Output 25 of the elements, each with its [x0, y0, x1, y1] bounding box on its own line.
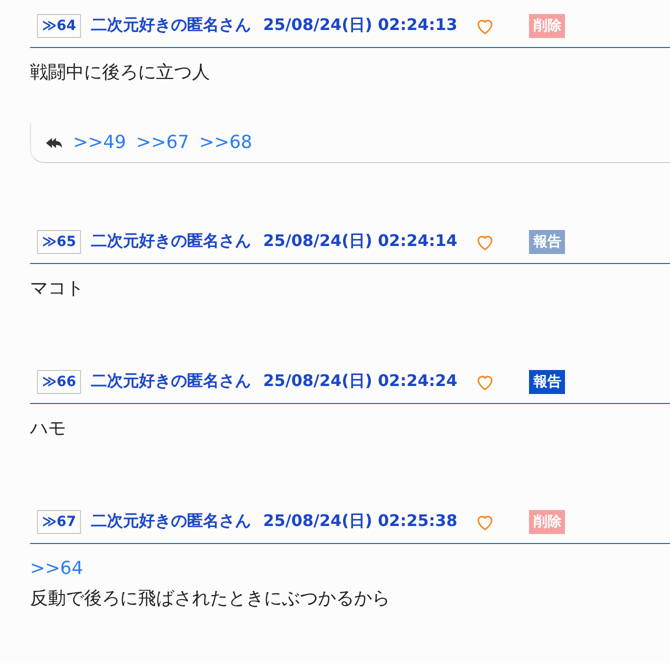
post-date: 25/08/24(日) 02:25:38: [263, 511, 458, 532]
reply-link[interactable]: >>67: [136, 132, 190, 153]
post-date: 25/08/24(日) 02:24:24: [263, 371, 458, 392]
post-body-text: 反動で後ろに飛ばされたときにぶつかるから: [30, 587, 391, 611]
poster-name: 二次元好きの匿名さん: [91, 231, 252, 252]
poster-name: 二次元好きの匿名さん: [91, 15, 252, 36]
post-date: 25/08/24(日) 02:24:14: [263, 231, 458, 252]
post-body-text: 戦闘中に後ろに立つ人: [30, 61, 211, 85]
post-number[interactable]: ≫64: [37, 14, 82, 38]
reply-link[interactable]: >>68: [199, 132, 252, 153]
poster-name: 二次元好きの匿名さん: [91, 511, 252, 532]
post-number[interactable]: ≫66: [37, 370, 82, 394]
badge-button[interactable]: 削除: [529, 510, 566, 534]
reply-all-icon: [45, 136, 63, 148]
post-number[interactable]: ≫65: [37, 230, 82, 254]
poster-name: 二次元好きの匿名さん: [91, 371, 252, 392]
reply-link[interactable]: >>49: [73, 132, 126, 153]
badge-button[interactable]: 報告: [529, 370, 566, 394]
post-number[interactable]: ≫67: [37, 510, 82, 534]
reply-anchor-link[interactable]: >>64: [30, 554, 84, 584]
badge-button[interactable]: 報告: [529, 230, 566, 254]
post-body-text: ハモ: [30, 417, 67, 441]
post-body-text: マコト: [30, 277, 85, 301]
post-date: 25/08/24(日) 02:24:13: [263, 15, 458, 36]
badge-button[interactable]: 削除: [529, 14, 566, 38]
